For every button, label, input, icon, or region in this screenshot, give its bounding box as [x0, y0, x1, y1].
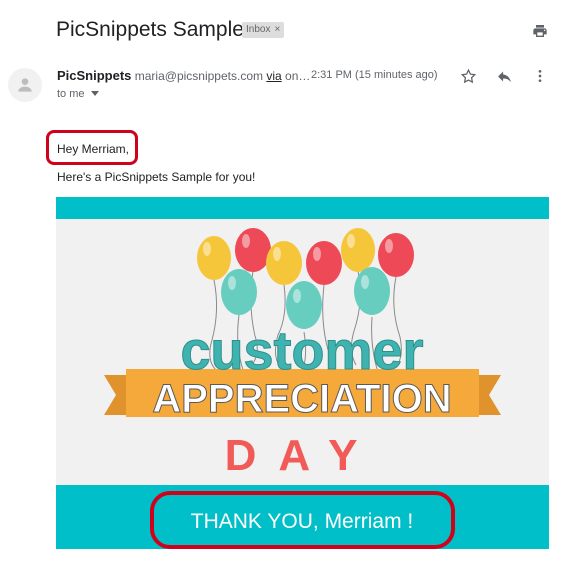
intro-text: Here's a PicSnippets Sample for you! — [57, 170, 256, 184]
via-target: on… — [285, 69, 311, 83]
reply-icon[interactable] — [494, 66, 514, 86]
banner-word-customer: customer — [180, 321, 423, 381]
recipients-toggle[interactable]: to me — [57, 88, 99, 100]
banner-word-appreciation: APPRECIATION — [152, 377, 451, 421]
greeting-text: Hey Merriam, — [57, 142, 130, 156]
sender-name[interactable]: PicSnippets — [57, 68, 131, 83]
banner-word-day: DAY — [225, 431, 380, 480]
sender-line: PicSnippets maria@picsnippets.com via on… — [57, 68, 310, 83]
banner-top-stripe — [56, 197, 549, 219]
via-link[interactable]: via — [266, 69, 281, 83]
person-icon — [8, 68, 42, 102]
star-icon[interactable] — [458, 66, 478, 86]
inbox-label: Inbox — [246, 24, 271, 35]
caret-down-icon — [90, 91, 99, 96]
email-timestamp: 2:31 PM (15 minutes ago) — [311, 69, 438, 81]
recipients-label: to me — [57, 88, 85, 100]
close-icon[interactable]: × — [274, 22, 280, 38]
inbox-label-chip[interactable]: Inbox × — [242, 22, 285, 38]
customer-appreciation-banner: customer APPRECIATION DAY THANK YOU, Mer… — [56, 197, 549, 549]
more-vert-icon[interactable] — [530, 66, 550, 86]
sender-email: maria@picsnippets.com — [134, 69, 263, 83]
thank-you-text: THANK YOU, Merriam ! — [191, 510, 413, 533]
print-icon[interactable] — [530, 21, 550, 41]
email-subject: PicSnippets Sample — [56, 18, 244, 41]
